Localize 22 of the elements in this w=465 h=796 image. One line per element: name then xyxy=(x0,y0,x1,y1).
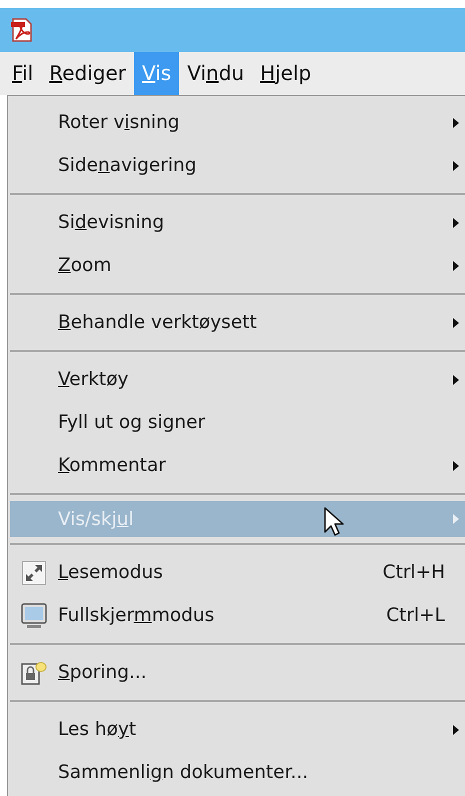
menu-item[interactable]: Les høyt xyxy=(10,708,465,751)
menu-bar-item[interactable]: Hjelp xyxy=(252,52,320,95)
expand-icon xyxy=(22,560,46,584)
menu-bar-item[interactable]: Fil xyxy=(4,52,42,95)
lock-note-icon xyxy=(21,660,47,684)
menu-bar-item[interactable]: Rediger xyxy=(41,52,134,95)
menu-item[interactable]: Zoom xyxy=(10,244,465,287)
menu-item[interactable]: Fyll ut og signer xyxy=(10,401,465,444)
pdf-file-icon xyxy=(10,17,34,43)
menu-bar-item[interactable]: Vindu xyxy=(179,52,252,95)
menu-item[interactable]: Verktøy xyxy=(10,358,465,401)
menu-item[interactable]: Lesemodus Ctrl+H xyxy=(10,551,465,594)
menu-item[interactable]: Behandle verktøysett xyxy=(10,301,465,344)
menu-item[interactable]: Sporing... xyxy=(10,651,465,694)
mouse-cursor-icon xyxy=(324,507,346,537)
menu-item[interactable]: Kommentar xyxy=(10,444,465,487)
menu-item[interactable]: Sidevisning xyxy=(10,201,465,244)
monitor-icon xyxy=(21,602,47,628)
menu-item[interactable]: Roter visning xyxy=(10,101,465,144)
menu-item[interactable]: Sidenavigering xyxy=(10,144,465,187)
menu-item[interactable]: Sammenlign dokumenter... xyxy=(10,751,465,794)
menu-item[interactable]: Fullskjermmodus Ctrl+L xyxy=(10,594,465,637)
